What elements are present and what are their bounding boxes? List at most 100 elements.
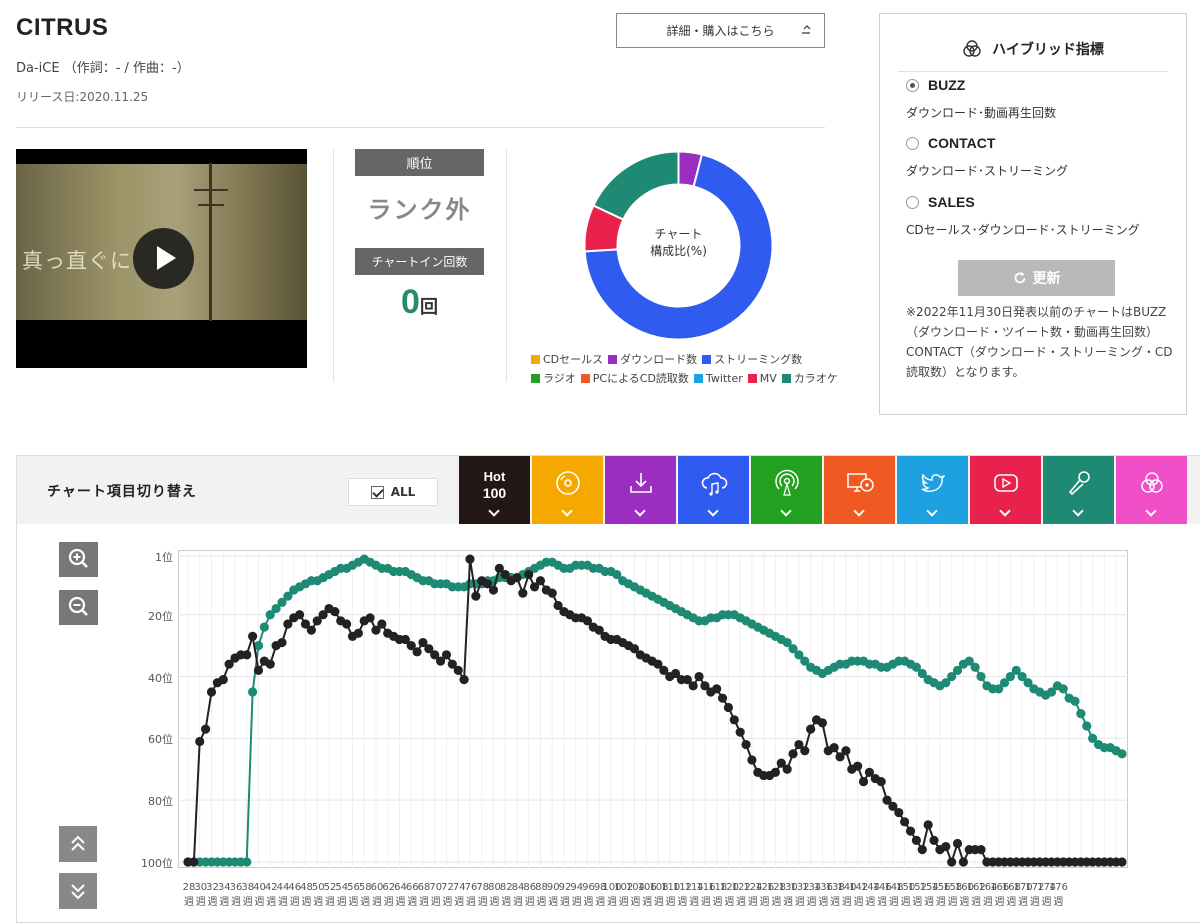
data-point-hot100[interactable]	[488, 585, 499, 595]
data-point-hot100[interactable]	[195, 736, 205, 747]
data-point-karaoke[interactable]	[1070, 696, 1080, 706]
data-point-hot100[interactable]	[770, 767, 781, 777]
data-point-hot100[interactable]	[876, 777, 886, 787]
data-point-hot100[interactable]	[782, 764, 792, 774]
data-point-karaoke[interactable]	[259, 622, 269, 632]
data-point-hot100[interactable]	[206, 687, 217, 697]
data-point-karaoke[interactable]	[970, 662, 980, 672]
data-point-hot100[interactable]	[189, 857, 199, 867]
data-point-hot100[interactable]	[817, 718, 828, 728]
data-point-hot100[interactable]	[976, 845, 986, 855]
data-point-hot100[interactable]	[717, 693, 728, 703]
data-point-hot100[interactable]	[201, 724, 211, 734]
tab-download[interactable]	[605, 456, 676, 524]
radio-button-selected[interactable]	[906, 78, 919, 92]
play-icon[interactable]	[133, 228, 194, 289]
tab-streaming[interactable]	[678, 456, 749, 524]
data-point-karaoke[interactable]	[976, 671, 986, 682]
data-point-hot100[interactable]	[735, 727, 745, 737]
zoom-in-button[interactable]	[59, 542, 98, 577]
tab-radio[interactable]	[751, 456, 822, 524]
data-point-hot100[interactable]	[547, 588, 557, 598]
zoom-out-button[interactable]	[59, 590, 98, 625]
scroll-bottom-button[interactable]	[59, 873, 97, 909]
data-point-hot100[interactable]	[911, 835, 922, 845]
data-point-hot100[interactable]	[688, 681, 698, 691]
data-point-hot100[interactable]	[941, 841, 951, 852]
tab-hybrid[interactable]	[1116, 456, 1187, 524]
radio-button[interactable]	[906, 136, 919, 150]
tab-pc-cd[interactable]	[824, 456, 895, 524]
tab-karaoke[interactable]	[1043, 456, 1114, 524]
data-point-hot100[interactable]	[829, 743, 839, 753]
data-point-hot100[interactable]	[459, 675, 469, 685]
data-point-hot100[interactable]	[841, 746, 851, 756]
tab-hot100[interactable]: Hot 100	[459, 456, 530, 524]
data-point-hot100[interactable]	[524, 569, 534, 580]
data-point-hot100[interactable]	[800, 746, 810, 756]
data-point-hot100[interactable]	[858, 777, 869, 787]
data-point-hot100[interactable]	[306, 625, 316, 635]
data-point-karaoke[interactable]	[248, 687, 258, 697]
data-point-hot100[interactable]	[253, 665, 264, 675]
data-point-hot100[interactable]	[694, 671, 704, 682]
radio-buzz[interactable]: BUZZ	[906, 77, 965, 93]
data-point-hot100[interactable]	[412, 647, 422, 657]
checkbox-checked-icon[interactable]	[370, 485, 384, 499]
data-point-hot100[interactable]	[512, 573, 522, 583]
refresh-button[interactable]: 更新	[958, 260, 1115, 296]
all-checkbox-button[interactable]: ALL	[348, 478, 438, 506]
data-point-hot100[interactable]	[295, 610, 305, 620]
data-point-karaoke[interactable]	[1058, 684, 1068, 694]
tab-mv[interactable]	[970, 456, 1041, 524]
data-point-hot100[interactable]	[377, 619, 387, 629]
tab-cd-sales[interactable]	[532, 456, 603, 524]
data-point-hot100[interactable]	[729, 715, 739, 725]
data-point-hot100[interactable]	[248, 631, 258, 641]
data-point-hot100[interactable]	[342, 619, 352, 629]
data-point-karaoke[interactable]	[1082, 721, 1092, 731]
data-point-karaoke[interactable]	[1117, 749, 1127, 759]
radio-button[interactable]	[906, 195, 919, 209]
data-point-hot100[interactable]	[723, 702, 734, 713]
data-point-hot100[interactable]	[353, 628, 363, 638]
data-point-hot100[interactable]	[465, 554, 475, 564]
legend-label: PCによるCD読取数	[592, 372, 689, 385]
data-point-hot100[interactable]	[471, 591, 481, 601]
data-point-hot100[interactable]	[853, 761, 863, 771]
data-point-hot100[interactable]	[453, 665, 463, 675]
data-point-hot100[interactable]	[806, 724, 816, 734]
data-point-hot100[interactable]	[952, 838, 963, 849]
data-point-hot100[interactable]	[441, 650, 452, 660]
scroll-top-button[interactable]	[59, 826, 97, 862]
data-point-hot100[interactable]	[518, 588, 528, 598]
data-point-hot100[interactable]	[365, 613, 375, 623]
video-thumbnail[interactable]: 真っ直ぐに	[16, 149, 307, 368]
data-point-hot100[interactable]	[1117, 857, 1127, 867]
data-point-karaoke[interactable]	[242, 857, 252, 867]
data-point-hot100[interactable]	[905, 826, 916, 836]
legend-label: MV	[759, 372, 777, 385]
data-point-hot100[interactable]	[330, 607, 340, 617]
data-point-karaoke[interactable]	[1076, 709, 1086, 719]
data-point-hot100[interactable]	[958, 857, 968, 867]
data-point-hot100[interactable]	[900, 817, 910, 827]
data-point-hot100[interactable]	[929, 835, 939, 845]
data-point-hot100[interactable]	[894, 807, 904, 818]
data-point-hot100[interactable]	[747, 755, 757, 765]
radio-contact[interactable]: CONTACT	[906, 135, 995, 151]
data-point-hot100[interactable]	[947, 857, 957, 867]
data-point-hot100[interactable]	[917, 845, 927, 855]
data-point-hot100[interactable]	[535, 576, 546, 586]
tab-twitter[interactable]	[897, 456, 968, 524]
data-point-hot100[interactable]	[712, 684, 722, 694]
radio-sales[interactable]: SALES	[906, 194, 975, 210]
data-point-hot100[interactable]	[277, 637, 287, 648]
detail-purchase-button[interactable]: 詳細・購入はこちら	[616, 13, 825, 48]
data-point-hot100[interactable]	[218, 675, 228, 685]
data-point-hot100[interactable]	[242, 650, 252, 660]
data-point-hot100[interactable]	[741, 739, 751, 750]
data-point-hot100[interactable]	[788, 749, 798, 759]
data-point-hot100[interactable]	[265, 659, 275, 669]
data-point-hot100[interactable]	[923, 820, 933, 830]
